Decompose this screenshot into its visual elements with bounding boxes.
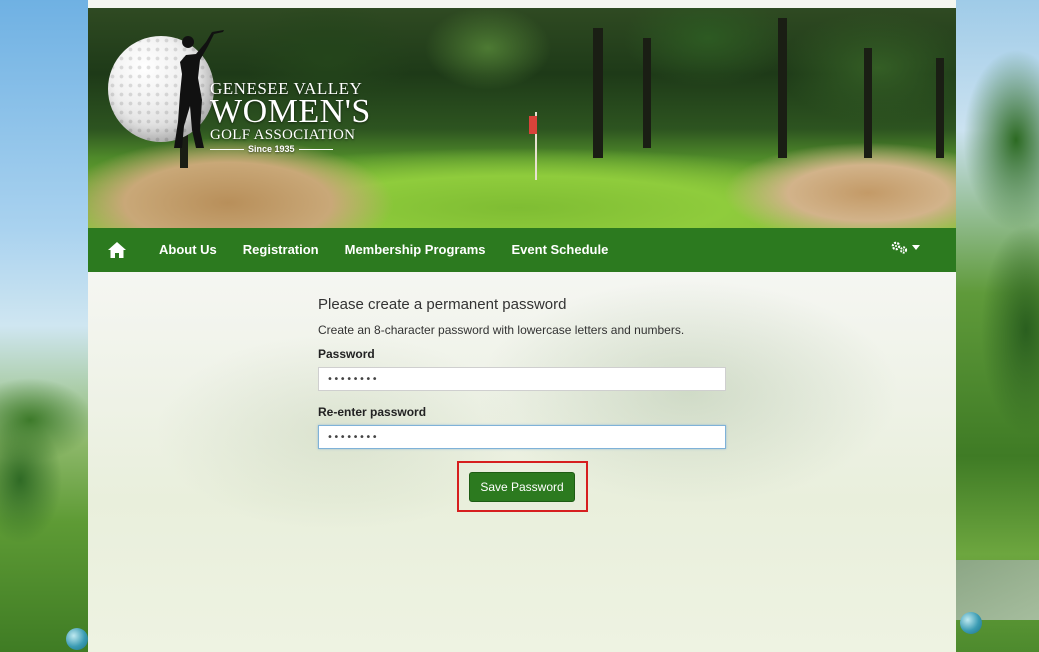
save-password-button[interactable]: Save Password [469, 472, 575, 502]
caret-down-icon [912, 245, 920, 250]
background-scenery-left [0, 0, 88, 652]
form-title: Please create a permanent password [318, 296, 567, 313]
site-logo[interactable]: GENESEE VALLEY WOMEN'S GOLF ASSOCIATION … [108, 28, 378, 158]
password-form: Please create a permanent password Creat… [318, 296, 728, 449]
tree-trunk [864, 48, 872, 158]
settings-dropdown[interactable] [891, 241, 920, 255]
logo-since-text: Since 1935 [248, 144, 295, 154]
main-navbar: About Us Registration Membership Program… [88, 228, 956, 272]
tree-trunk [778, 18, 787, 158]
nav-home-button[interactable] [88, 228, 146, 272]
nav-item-event-schedule[interactable]: Event Schedule [499, 228, 622, 272]
logo-line-golf-association: GOLF ASSOCIATION [210, 127, 356, 143]
golf-ball-decoration [960, 612, 982, 634]
flag-icon [529, 116, 537, 134]
password-input[interactable] [318, 367, 726, 391]
reenter-password-input[interactable] [318, 425, 726, 449]
nav-item-membership-programs[interactable]: Membership Programs [332, 228, 499, 272]
logo-text: GENESEE VALLEY WOMEN'S GOLF ASSOCIATION … [210, 80, 371, 154]
logo-line-womens: WOMEN'S [210, 93, 371, 130]
nav-item-about-us[interactable]: About Us [146, 228, 230, 272]
home-icon [108, 242, 126, 258]
save-button-highlight: Save Password [457, 461, 588, 512]
gears-icon [891, 241, 908, 254]
header-banner: GENESEE VALLEY WOMEN'S GOLF ASSOCIATION … [88, 8, 956, 228]
page-container: GENESEE VALLEY WOMEN'S GOLF ASSOCIATION … [88, 0, 956, 652]
reenter-password-label: Re-enter password [318, 405, 427, 419]
tree-trunk [643, 38, 651, 148]
background-scenery-right [956, 0, 1039, 652]
tree-trunk [936, 58, 944, 158]
logo-since: Since 1935 [210, 144, 371, 154]
password-label: Password [318, 347, 375, 361]
nav-item-registration[interactable]: Registration [230, 228, 332, 272]
golf-ball-decoration [66, 628, 88, 650]
form-description: Create an 8-character password with lowe… [318, 323, 685, 337]
tree-trunk [593, 28, 603, 158]
